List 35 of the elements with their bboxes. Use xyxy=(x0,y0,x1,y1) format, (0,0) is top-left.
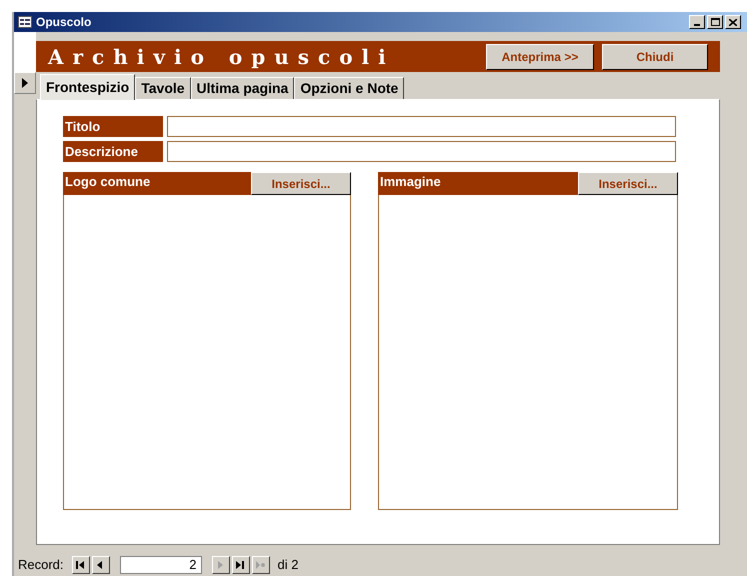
previous-record-button[interactable] xyxy=(92,556,110,574)
new-record-icon xyxy=(255,560,266,570)
insert-button[interactable]: Inserisci... xyxy=(578,172,678,195)
insert-button[interactable]: Inserisci... xyxy=(251,172,351,195)
maximize-button[interactable] xyxy=(707,15,723,29)
panel-label: Logo comune xyxy=(64,173,152,191)
close-icon xyxy=(729,18,737,26)
record-selector[interactable] xyxy=(14,72,36,94)
close-button[interactable] xyxy=(725,15,741,29)
record-selector-header xyxy=(14,32,36,72)
minimize-button[interactable] xyxy=(689,15,705,29)
first-icon xyxy=(75,560,86,570)
field-label: Titolo xyxy=(63,116,163,137)
record-label: Record: xyxy=(18,556,64,574)
field-label: Descrizione xyxy=(63,141,163,162)
tab[interactable]: Opzioni e Note xyxy=(294,77,404,99)
window-title: Opuscolo xyxy=(36,14,92,31)
form-icon xyxy=(18,16,32,28)
tab[interactable]: Frontespizio xyxy=(40,74,136,100)
first-record-button[interactable] xyxy=(72,556,90,574)
tab[interactable]: Ultima pagina xyxy=(190,77,294,99)
close-form-button[interactable]: Chiudi xyxy=(602,44,708,70)
last-icon xyxy=(235,560,246,570)
record-total: di 2 xyxy=(278,556,298,574)
form-title: Archivio opuscoli xyxy=(48,44,395,70)
last-record-button[interactable] xyxy=(232,556,250,574)
text-field[interactable] xyxy=(167,141,676,162)
panel-label: Immagine xyxy=(379,173,442,191)
minimize-icon xyxy=(694,24,700,26)
text-field[interactable] xyxy=(167,116,676,137)
current-record-icon xyxy=(22,78,28,88)
record-number-field[interactable]: 2 xyxy=(120,556,202,574)
preview-button[interactable]: Anteprima >> xyxy=(486,44,594,70)
maximize-icon xyxy=(710,18,720,26)
tab[interactable]: Tavole xyxy=(135,77,191,99)
